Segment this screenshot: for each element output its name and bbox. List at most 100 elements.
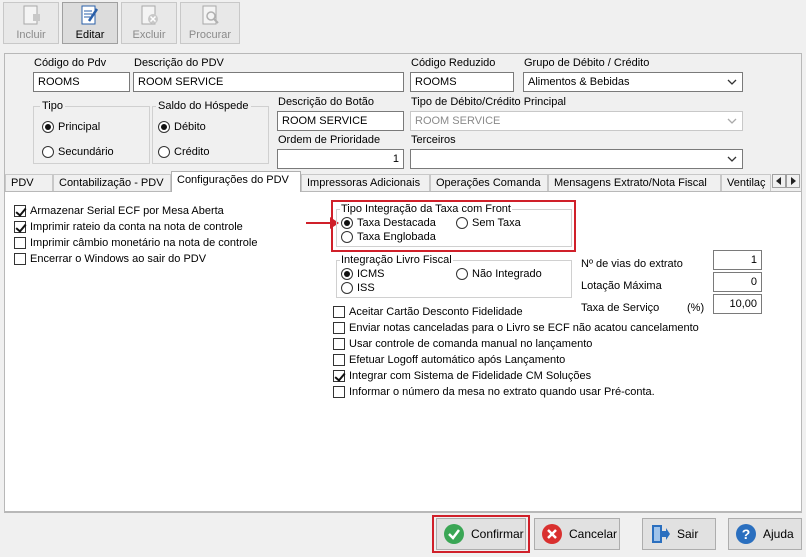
armazenar-serial-checkbox[interactable]: Armazenar Serial ECF por Mesa Aberta	[14, 205, 224, 217]
tab-pdv[interactable]: PDV	[5, 174, 53, 191]
chevron-down-icon	[727, 118, 737, 124]
saldo-credito-label: Crédito	[174, 146, 210, 158]
radio-indicator	[341, 231, 353, 243]
checkbox-indicator	[333, 386, 345, 398]
tab-configuracoes[interactable]: Configurações do PDV	[171, 171, 301, 192]
descricao-botao-field[interactable]: ROOM SERVICE	[277, 111, 404, 131]
terceiros-select[interactable]	[410, 149, 743, 169]
taxa-servico-field[interactable]: 10,00	[713, 294, 762, 314]
descricao-pdv-label: Descrição do PDV	[134, 57, 224, 69]
descricao-pdv-field[interactable]: ROOM SERVICE	[133, 72, 404, 92]
enviar-notas-checkbox[interactable]: Enviar notas canceladas para o Livro se …	[333, 322, 699, 334]
informar-mesa-checkbox[interactable]: Informar o número da mesa no extrato qua…	[333, 386, 655, 398]
saldo-debito-radio[interactable]: Débito	[158, 121, 206, 133]
checkbox-indicator	[333, 338, 345, 350]
tab-scroll-left-button[interactable]	[772, 174, 786, 188]
confirmar-button[interactable]: Confirmar	[436, 518, 526, 550]
ajuda-button[interactable]: ? Ajuda	[728, 518, 802, 550]
aceitar-cartao-label: Aceitar Cartão Desconto Fidelidade	[349, 306, 523, 318]
informar-mesa-label: Informar o número da mesa no extrato qua…	[349, 386, 655, 398]
tipo-debito-value: ROOM SERVICE	[415, 115, 501, 127]
new-document-icon	[23, 5, 40, 25]
radio-indicator	[341, 282, 353, 294]
checkbox-indicator	[333, 370, 345, 382]
vias-label: Nº de vias do extrato	[581, 258, 683, 270]
cancelar-button[interactable]: Cancelar	[534, 518, 620, 550]
encerrar-windows-checkbox[interactable]: Encerrar o Windows ao sair do PDV	[14, 253, 206, 265]
radio-indicator	[341, 217, 353, 229]
radio-indicator	[158, 121, 170, 133]
checkbox-indicator	[14, 237, 26, 249]
arrow-right-icon	[791, 177, 796, 185]
help-circle-icon: ?	[736, 524, 756, 544]
checkbox-indicator	[333, 306, 345, 318]
tipo-principal-label: Principal	[58, 121, 101, 133]
nao-integrado-label: Não Integrado	[472, 268, 542, 280]
lotacao-label: Lotação Máxima	[581, 280, 662, 292]
excluir-button[interactable]: Excluir	[121, 2, 177, 44]
integrar-fidelidade-checkbox[interactable]: Integrar com Sistema de Fidelidade CM So…	[333, 370, 591, 382]
encerrar-windows-label: Encerrar o Windows ao sair do PDV	[30, 253, 207, 265]
integrar-fidelidade-label: Integrar com Sistema de Fidelidade CM So…	[349, 370, 592, 382]
codigo-reduzido-label: Código Reduzido	[411, 57, 496, 69]
nao-integrado-radio[interactable]: Não Integrado	[456, 268, 542, 280]
tab-impressoras[interactable]: Impressoras Adicionais	[301, 174, 430, 191]
ordem-field[interactable]: 1	[277, 149, 404, 169]
tab-ventilacao[interactable]: Ventilaç	[721, 174, 771, 191]
tipo-secundario-radio[interactable]: Secundário	[42, 146, 114, 158]
lotacao-field[interactable]: 0	[713, 272, 762, 292]
search-document-icon	[202, 5, 219, 25]
imprimir-rateio-label: Imprimir rateio da conta na nota de cont…	[30, 221, 243, 233]
radio-indicator	[456, 268, 468, 280]
checkbox-indicator	[333, 322, 345, 334]
iss-radio[interactable]: ISS	[341, 282, 375, 294]
check-circle-icon	[444, 524, 464, 544]
tipo-debito-select[interactable]: ROOM SERVICE	[410, 111, 743, 131]
delete-document-icon	[141, 5, 158, 25]
sair-button[interactable]: Sair	[642, 518, 716, 550]
grupo-label: Grupo de Débito / Crédito	[524, 57, 650, 69]
usar-controle-label: Usar controle de comanda manual no lança…	[349, 338, 593, 350]
tab-mensagens[interactable]: Mensagens Extrato/Nota Fiscal	[548, 174, 721, 191]
arrow-left-icon	[776, 177, 781, 185]
editar-label: Editar	[75, 29, 105, 41]
codigo-pdv-field[interactable]: ROOMS	[33, 72, 130, 92]
usar-controle-checkbox[interactable]: Usar controle de comanda manual no lança…	[333, 338, 592, 350]
grupo-value: Alimentos & Bebidas	[528, 76, 630, 88]
efetuar-logoff-checkbox[interactable]: Efetuar Logoff automático após Lançament…	[333, 354, 565, 366]
enviar-notas-label: Enviar notas canceladas para o Livro se …	[349, 322, 699, 334]
taxa-englobada-radio[interactable]: Taxa Englobada	[341, 231, 436, 243]
imprimir-rateio-checkbox[interactable]: Imprimir rateio da conta na nota de cont…	[14, 221, 243, 233]
radio-indicator	[158, 146, 170, 158]
checkbox-indicator	[14, 253, 26, 265]
editar-button[interactable]: Editar	[62, 2, 118, 44]
sem-taxa-radio[interactable]: Sem Taxa	[456, 217, 521, 229]
taxa-group-label: Tipo Integração da Taxa com Front	[340, 203, 512, 215]
procurar-button[interactable]: Procurar	[180, 2, 240, 44]
taxa-destacada-label: Taxa Destacada	[357, 217, 436, 229]
checkbox-indicator	[333, 354, 345, 366]
terceiros-label: Terceiros	[411, 134, 456, 146]
tab-contabilizacao[interactable]: Contabilização - PDV	[53, 174, 171, 191]
saldo-credito-radio[interactable]: Crédito	[158, 146, 209, 158]
grupo-select[interactable]: Alimentos & Bebidas	[523, 72, 743, 92]
saldo-debito-label: Débito	[174, 121, 206, 133]
codigo-reduzido-field[interactable]: ROOMS	[410, 72, 514, 92]
tipo-debito-label: Tipo de Débito/Crédito Principal	[411, 96, 566, 108]
exit-door-icon	[652, 525, 670, 543]
cancelar-label: Cancelar	[569, 527, 618, 541]
vias-field[interactable]: 1	[713, 250, 762, 270]
imprimir-cambio-checkbox[interactable]: Imprimir câmbio monetário na nota de con…	[14, 237, 257, 249]
radio-indicator	[42, 121, 54, 133]
saldo-label: Saldo do Hóspede	[156, 100, 251, 112]
tipo-principal-radio[interactable]: Principal	[42, 121, 100, 133]
livro-group-label: Integração Livro Fiscal	[340, 254, 453, 266]
taxa-destacada-radio[interactable]: Taxa Destacada	[341, 217, 436, 229]
taxa-englobada-label: Taxa Englobada	[357, 231, 436, 243]
tab-scroll-right-button[interactable]	[786, 174, 800, 188]
incluir-button[interactable]: Incluir	[3, 2, 59, 44]
aceitar-cartao-checkbox[interactable]: Aceitar Cartão Desconto Fidelidade	[333, 306, 523, 318]
icms-radio[interactable]: ICMS	[341, 268, 385, 280]
tab-operacoes-comanda[interactable]: Operações Comanda	[430, 174, 548, 191]
confirmar-label: Confirmar	[471, 527, 524, 541]
